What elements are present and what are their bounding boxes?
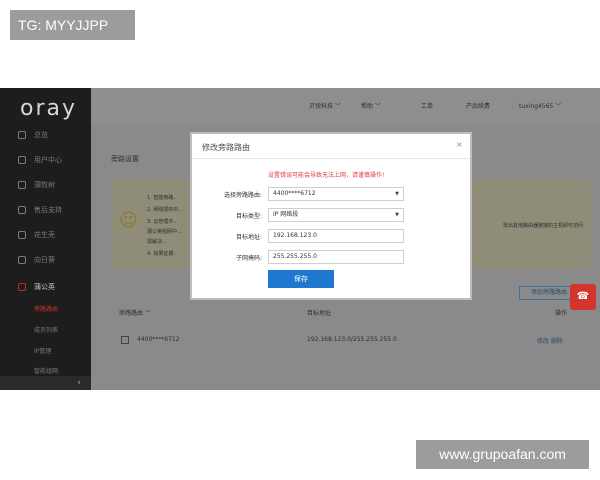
- notice-line: 需解决...: [147, 239, 167, 245]
- tree-icon: [18, 181, 26, 189]
- nav-account[interactable]: tuxing4565 ﹀: [519, 101, 561, 110]
- target-address-label: 目标地址:: [235, 234, 262, 241]
- watermark-url: www.grupoafan.com: [416, 440, 589, 469]
- table-header: 旁路路由 ﹀ 目标地址 操作: [111, 308, 571, 320]
- column-router[interactable]: 旁路路由 ﹀: [119, 308, 151, 317]
- notice-line: 3. 云管理平...: [147, 219, 179, 225]
- caret-down-icon: ▼: [395, 212, 399, 218]
- watermark-tag: TG: MYYJJPP: [10, 10, 135, 40]
- page-title: 旁路设置: [111, 155, 139, 163]
- table-row: 4400****6712 192.168.123.0/255.255.255.0…: [111, 334, 571, 346]
- router-select[interactable]: 4400****6712 ▼: [268, 187, 404, 201]
- nav-help[interactable]: 帮助 ﹀: [361, 101, 381, 110]
- dialog-title: 修改旁路路由: [202, 143, 250, 152]
- subitem-bypass-router[interactable]: 旁路路由: [34, 304, 58, 313]
- sidebar-item-dandelion[interactable]: 蒲公英: [0, 275, 91, 299]
- subnet-mask-label: 子网掩码:: [235, 255, 262, 262]
- sidebar-collapse-button[interactable]: ‹: [0, 376, 91, 390]
- caret-down-icon: ▼: [395, 191, 399, 197]
- peanut-icon: [18, 231, 26, 239]
- nav-renewal[interactable]: 产品续费: [466, 101, 490, 110]
- headset-icon: ☎: [576, 291, 590, 302]
- support-float-button[interactable]: ☎: [570, 284, 596, 310]
- notice-line: 1. 智能旁路...: [147, 195, 179, 201]
- support-icon: [18, 206, 26, 214]
- user-icon: [18, 156, 26, 164]
- sidebar-item-support[interactable]: 售后支持: [0, 198, 91, 222]
- sidebar-item-sunflower[interactable]: 向日葵: [0, 248, 91, 272]
- notice-line: 2. 网络层的中...: [147, 207, 184, 213]
- nav-oray-tech[interactable]: 贝锐科技 ﹀: [309, 101, 341, 110]
- smile-icon: ☺: [119, 210, 138, 231]
- screenshot-frame: oray 总览 用户中心 蒲牧树 售后支持 花生壳 向日葵 蒲公英 旁路路由 成…: [0, 88, 600, 390]
- save-button[interactable]: 保存: [268, 270, 334, 288]
- router-select-label: 选择旁路路由:: [223, 192, 262, 199]
- row-router: 4400****6712: [137, 336, 180, 343]
- sidebar-item-user-center[interactable]: 用户中心: [0, 148, 91, 172]
- grid-icon: [18, 131, 26, 139]
- subitem-ip-management[interactable]: IP管理: [34, 346, 51, 355]
- target-address-input[interactable]: 192.168.123.0: [268, 229, 404, 243]
- chevron-left-icon: ‹: [77, 378, 81, 388]
- oray-logo: oray: [20, 96, 78, 121]
- dandelion-icon: [18, 283, 26, 291]
- row-target: 192.168.123.0/255.255.255.0: [307, 336, 397, 343]
- warning-text: 设置错误可能会导致无法上网，请谨慎操作!: [268, 172, 385, 179]
- target-type-label: 目标类型:: [235, 213, 262, 220]
- notice-line: 4. 如果证期...: [147, 251, 179, 257]
- subitem-smart-network[interactable]: 智能组网: [34, 366, 58, 375]
- subnet-mask-input[interactable]: 255.255.255.0: [268, 250, 404, 264]
- edit-bypass-router-dialog: 修改旁路路由 × 设置错误可能会导致无法上网，请谨慎操作! 选择旁路路由: 44…: [190, 132, 472, 300]
- target-type-select[interactable]: IP 网络段 ▼: [268, 208, 404, 222]
- sunflower-icon: [18, 256, 26, 264]
- sidebar-item-pumushu[interactable]: 蒲牧树: [0, 173, 91, 197]
- column-actions: 操作: [555, 310, 568, 317]
- row-actions[interactable]: 修改 删除: [537, 336, 563, 345]
- notice-line: 蒲公英组网中...: [147, 229, 182, 235]
- sidebar-item-peanut[interactable]: 花生壳: [0, 223, 91, 247]
- row-checkbox[interactable]: [121, 336, 129, 344]
- close-icon[interactable]: ×: [456, 140, 463, 149]
- sidebar: oray 总览 用户中心 蒲牧树 售后支持 花生壳 向日葵 蒲公英 旁路路由 成…: [0, 88, 91, 390]
- notice-line-right: 找出其他路由器链接的主机即可访问: [503, 223, 584, 229]
- subitem-members[interactable]: 成员列表: [34, 325, 58, 334]
- dialog-divider: [192, 158, 470, 159]
- sidebar-item-overview[interactable]: 总览: [0, 123, 91, 147]
- column-target: 目标地址: [307, 310, 332, 317]
- nav-tickets[interactable]: 工单: [421, 101, 433, 110]
- top-bar: 贝锐科技 ﹀ 帮助 ﹀ 工单 产品续费 tuxing4565 ﹀: [91, 88, 600, 124]
